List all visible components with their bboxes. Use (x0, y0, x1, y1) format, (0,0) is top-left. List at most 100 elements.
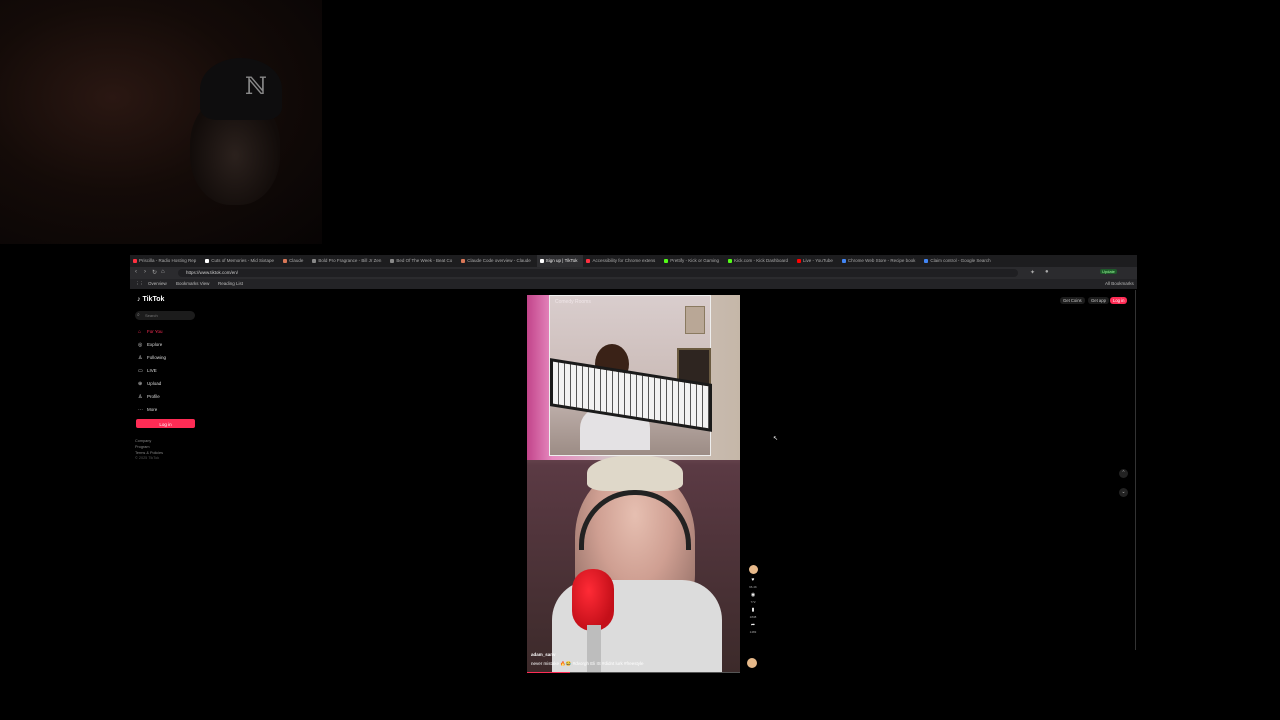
home-icon: ⌂ (138, 329, 142, 335)
wall-frame (685, 306, 705, 334)
tab-9[interactable]: Kick.com - Kick Dashboard (725, 255, 794, 267)
tab-7[interactable]: Accessibility for Chrome extens (583, 255, 661, 267)
page-scrollbar[interactable] (1135, 290, 1136, 650)
bookmark-reading-list[interactable]: Reading List (218, 279, 243, 289)
all-bookmarks[interactable]: All Bookmarks (1105, 279, 1134, 289)
profile-icon[interactable]: ● (1045, 269, 1049, 275)
browser-window: Priscilla - Radio Hosting Rep Cuts of Mem… (130, 255, 1137, 673)
forward-icon[interactable]: › (144, 269, 146, 275)
more-icon: ⋯ (138, 407, 143, 413)
sidebar-item-label: Upload (147, 381, 162, 386)
get-coins-button[interactable]: Get Coins (1060, 297, 1085, 304)
tab-label: Bold Pro Fragrance - Bill Jr Zen (318, 258, 382, 263)
top-login-button[interactable]: Log in (1110, 297, 1128, 304)
tab-favicon-icon (283, 258, 288, 263)
tab-favicon-icon (133, 258, 137, 263)
login-button[interactable]: Log in (136, 419, 195, 428)
mouse-cursor: ↖ (773, 436, 779, 442)
sidebar-item-explore[interactable]: ◎ Explore (138, 342, 162, 348)
tab-label: Chrome Web Store - Recipe book (847, 258, 916, 263)
tab-favicon-icon (797, 258, 802, 263)
footer-program[interactable]: Program (135, 445, 150, 449)
tab-11[interactable]: Chrome Web Store - Recipe book (839, 255, 921, 267)
tab-12[interactable]: Claim control - Google Search (921, 255, 996, 267)
video-streamer-hair (587, 455, 683, 491)
reload-icon[interactable]: ↻ (152, 269, 157, 276)
tab-strip: Priscilla - Radio Hosting Rep Cuts of Mem… (130, 255, 1137, 267)
action-count: 772 (750, 600, 756, 604)
tab-1[interactable]: Cuts of Memories - Mid Sixtape (202, 255, 280, 267)
tab-favicon-icon (728, 258, 733, 263)
video-progress-fill (527, 671, 570, 673)
profile-icon: ♙ (138, 394, 143, 400)
back-icon[interactable]: ‹ (135, 269, 137, 275)
sidebar-item-profile[interactable]: ♙ Profile (138, 394, 160, 400)
creator-avatar[interactable] (748, 565, 758, 574)
tab-6[interactable]: Sign up | TikTok (536, 255, 584, 267)
video-player[interactable]: Comedy Rooms adam_sanv never mistake 🔥😂 … (527, 295, 740, 673)
tab-favicon-icon (461, 258, 466, 263)
tab-5[interactable]: Claude Code overview - Claude (458, 255, 537, 267)
sidebar-item-for-you[interactable]: ⌂ For You (138, 329, 163, 335)
video-username[interactable]: adam_sanv (531, 652, 556, 657)
following-icon: ♙ (138, 355, 143, 361)
bookmark-overview[interactable]: Overview (148, 279, 167, 289)
sidebar-item-label: More (147, 407, 158, 412)
tab-10[interactable]: Live - YouTube (794, 255, 839, 267)
footer-company[interactable]: Company (135, 439, 151, 443)
tab-favicon-icon (664, 258, 669, 263)
sidebar-item-more[interactable]: ⋯ More (138, 407, 157, 413)
sidebar-item-label: Following (147, 355, 167, 360)
tab-label: Live - YouTube (803, 258, 833, 263)
bookmark-icon[interactable]: ▮ (747, 607, 759, 613)
tab-favicon-icon (390, 258, 395, 263)
bookmark-bookmarks-view[interactable]: Bookmarks View (176, 279, 209, 289)
search-input[interactable]: ⌕ Search (135, 311, 195, 320)
action-count: 1483 (749, 630, 757, 634)
apps-icon[interactable]: ⋮⋮ (135, 279, 144, 289)
tab-3[interactable]: Bold Pro Fragrance - Bill Jr Zen (309, 255, 387, 267)
microphone (572, 569, 614, 631)
heart-icon[interactable]: ♥ (747, 577, 759, 583)
video-inset (549, 295, 712, 456)
tab-label: Sign up | TikTok (545, 258, 578, 263)
extensions-icon[interactable]: ✦ (1030, 269, 1035, 276)
sidebar-item-upload[interactable]: ⊕ Upload (138, 381, 161, 387)
tab-label: Kick.com - Kick Dashboard (734, 258, 789, 263)
tab-8[interactable]: Prettify - Kick or Gaming (661, 255, 725, 267)
action-count: 1838 (749, 615, 757, 619)
home-button-icon[interactable]: ⌂ (161, 269, 165, 275)
upload-icon: ⊕ (138, 381, 143, 387)
video-watermark: Comedy Rooms (555, 299, 591, 305)
tab-favicon-icon (205, 258, 210, 263)
tab-label: Claim control - Google Search (930, 258, 991, 263)
tab-2[interactable]: Claude (280, 255, 309, 267)
tiktok-logo[interactable]: ♪ TikTok (137, 296, 164, 303)
get-app-button[interactable]: Get app (1088, 297, 1109, 304)
webcam-overlay: ℕ (0, 0, 322, 244)
tab-favicon-icon (312, 258, 317, 263)
tab-favicon-icon (924, 258, 929, 263)
update-button[interactable]: Update (1100, 269, 1117, 274)
browser-toolbar: ‹ › ↻ ⌂ https://www.tiktok.com/en/ ✦ ● U… (130, 267, 1137, 279)
tab-4[interactable]: Bed Of The Week - Beat Co (387, 255, 458, 267)
comment-icon[interactable]: ◉ (747, 592, 759, 598)
tab-favicon-icon (841, 258, 846, 263)
cap-logo: ℕ (245, 72, 267, 100)
compass-icon: ◎ (138, 342, 143, 348)
sidebar-item-following[interactable]: ♙ Following (138, 355, 166, 361)
search-icon: ⌕ (137, 312, 140, 318)
video-progress[interactable] (527, 671, 740, 673)
chevron-down-icon[interactable]: ⌄ (1119, 488, 1128, 497)
tab-0[interactable]: Priscilla - Radio Hosting Rep (130, 255, 202, 267)
webcam-cap (200, 58, 282, 120)
sidebar-item-label: Profile (147, 394, 160, 399)
share-icon[interactable]: ➦ (747, 622, 759, 628)
footer-terms[interactable]: Terms & Policies (135, 451, 163, 455)
tab-label: Priscilla - Radio Hosting Rep (139, 258, 197, 263)
sound-avatar-icon[interactable] (747, 658, 757, 668)
sidebar-item-live[interactable]: ▭ LIVE (138, 368, 157, 374)
address-bar[interactable]: https://www.tiktok.com/en/ (178, 269, 1018, 277)
chevron-up-icon[interactable]: ⌃ (1119, 469, 1128, 478)
action-bar: ♥ 96.4K ◉ 772 ▮ 1838 ➦ 1483 (747, 565, 759, 637)
